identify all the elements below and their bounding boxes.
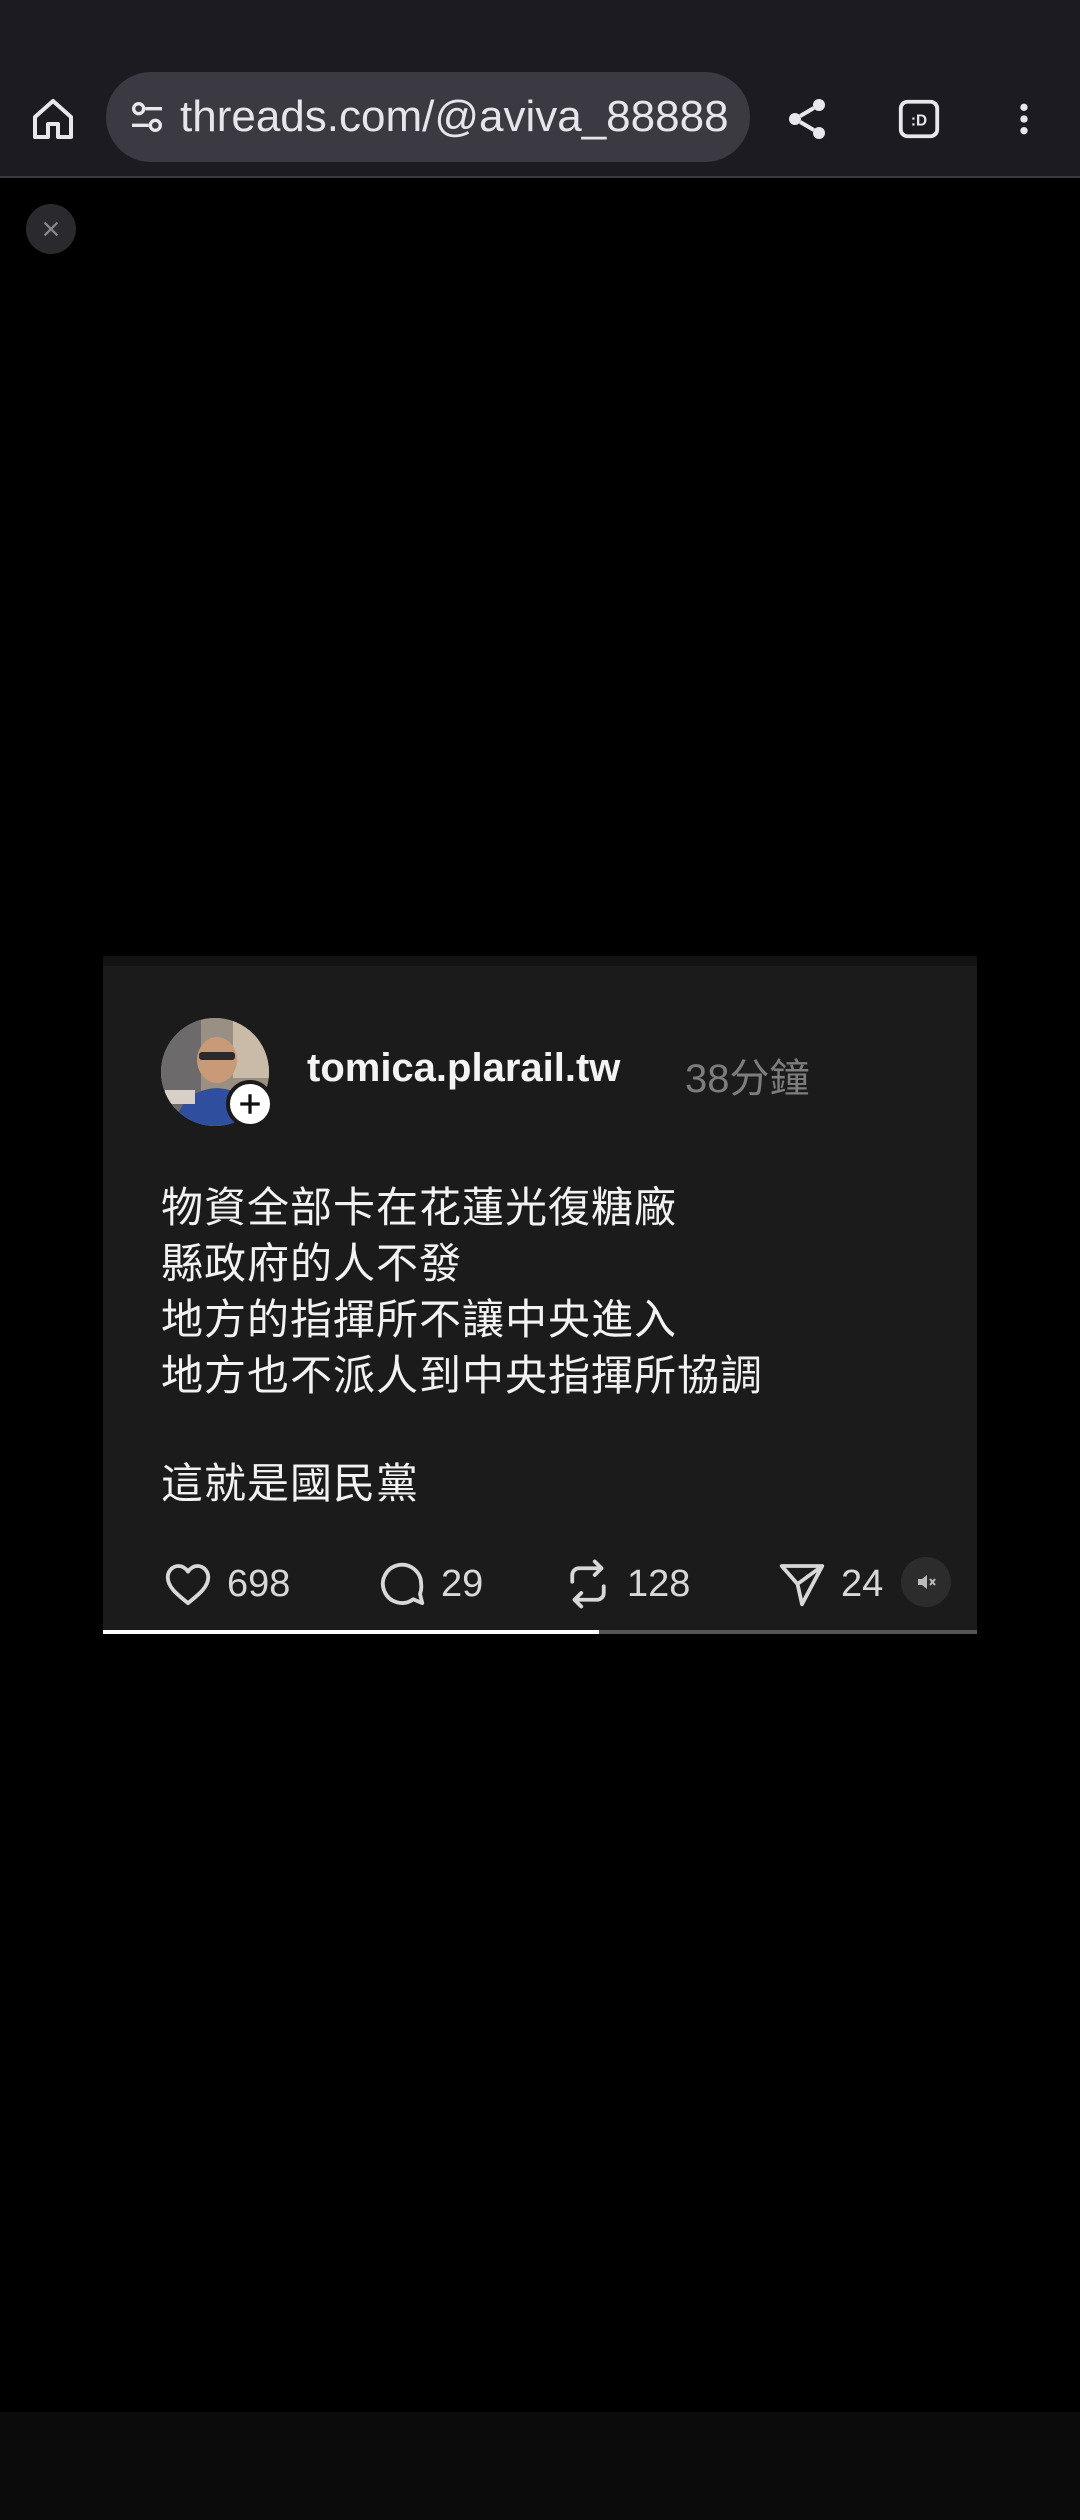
share-button[interactable] xyxy=(772,84,842,154)
follow-button[interactable] xyxy=(226,1080,274,1128)
like-count: 698 xyxy=(227,1562,291,1605)
post-text-line: 地方也不派人到中央指揮所協調 xyxy=(161,1351,764,1400)
post-text-line: 這就是國民黨 xyxy=(161,1459,420,1508)
like-button[interactable]: 698 xyxy=(161,1554,290,1614)
repost-button[interactable]: 128 xyxy=(561,1554,690,1614)
heart-icon xyxy=(165,1564,211,1606)
kebab-menu-icon xyxy=(1020,103,1028,135)
video-progress-bar[interactable] xyxy=(103,1630,977,1634)
repost-count: 128 xyxy=(627,1562,691,1605)
menu-button[interactable] xyxy=(994,84,1054,154)
post-text-line: 地方的指揮所不讓中央進入 xyxy=(161,1295,678,1344)
share-post-button[interactable]: 24 xyxy=(775,1554,883,1614)
video-progress-fill xyxy=(103,1630,600,1634)
extension-label: :D xyxy=(911,113,927,130)
video-top-edge xyxy=(103,956,977,966)
post-text-line: 縣政府的人不發 xyxy=(161,1239,463,1288)
extension-icon: :D xyxy=(898,99,940,139)
comment-icon xyxy=(380,1562,425,1606)
reply-count: 29 xyxy=(441,1562,484,1605)
post-time: 38分鐘 xyxy=(685,1057,810,1101)
video-player[interactable]: tomica.plarail.tw 38分鐘 物資全部卡在花蓮光復糖廠 縣政府的… xyxy=(103,956,977,1634)
status-bar xyxy=(0,0,1080,60)
repost-icon xyxy=(570,1559,606,1609)
tune-icon[interactable] xyxy=(124,94,170,140)
home-icon xyxy=(33,99,73,139)
browser-toolbar: threads.com/@aviva_88888 :D xyxy=(0,60,1080,178)
close-icon xyxy=(43,221,59,237)
muted-speaker-icon xyxy=(918,1575,936,1589)
extension-button[interactable]: :D xyxy=(884,84,954,154)
address-bar[interactable]: threads.com/@aviva_88888 xyxy=(106,72,750,162)
system-navigation-bar xyxy=(0,2412,1080,2520)
mute-button[interactable] xyxy=(901,1557,951,1607)
post-text-line: 物資全部卡在花蓮光復糖廠 xyxy=(161,1183,678,1232)
home-button[interactable] xyxy=(18,84,88,154)
share-icon xyxy=(789,99,825,139)
reply-button[interactable]: 29 xyxy=(375,1554,483,1614)
share-count: 24 xyxy=(841,1562,884,1605)
send-icon xyxy=(779,1564,825,1607)
username[interactable]: tomica.plarail.tw xyxy=(307,1046,620,1091)
plus-icon xyxy=(240,1094,260,1114)
close-button[interactable] xyxy=(26,204,76,254)
url-text[interactable]: threads.com/@aviva_88888 xyxy=(180,72,729,162)
